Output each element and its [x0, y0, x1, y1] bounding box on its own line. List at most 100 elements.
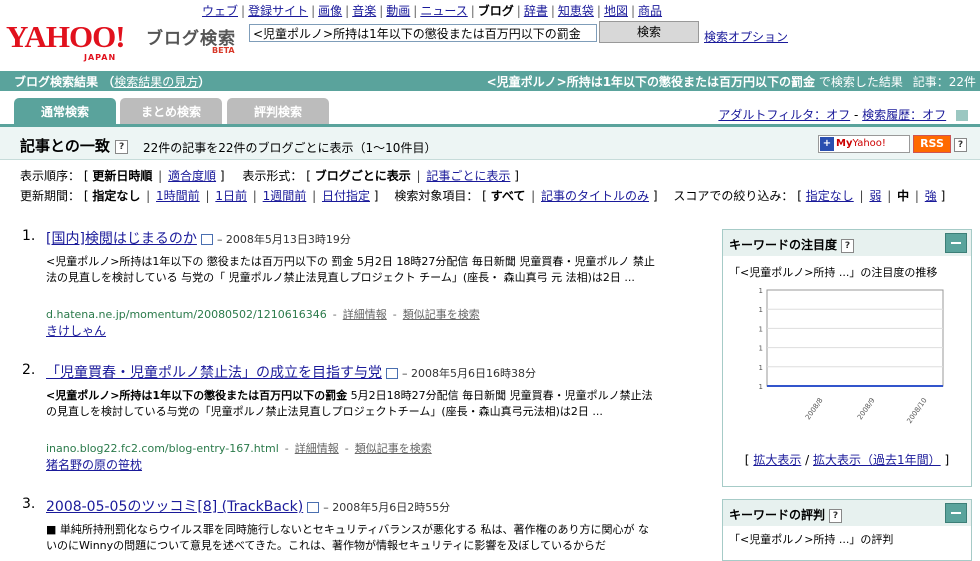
chart-y-tick: 1 [759, 383, 763, 391]
new-window-icon[interactable] [307, 501, 320, 513]
chart-x-tick: 2008/9 [856, 397, 877, 422]
result-snippet: <児童ポルノ>所持は1年以下の懲役または百万円以下の罰金 5月2日18時27分配… [46, 388, 656, 420]
result-title-link[interactable]: 2008-05-05のツッコミ[8] (TrackBack) [46, 499, 303, 515]
rss-help-icon[interactable]: ? [954, 137, 967, 152]
new-window-icon[interactable] [386, 367, 398, 379]
order-options: [ 更新日時順 | 適合度順 ] [83, 169, 225, 183]
score-option[interactable]: 指定なし [806, 189, 854, 203]
search-history-link[interactable]: 検索履歴：オフ [862, 108, 946, 122]
match-title-text: 記事との一致 [20, 137, 110, 155]
my-yahoo-label: Yahoo! [852, 138, 886, 149]
format-option[interactable]: 記事ごとに表示 [426, 169, 510, 183]
snippet-highlight: <児童ポルノ>所持は1年以下の懲役または百万円以下の罰金 [46, 389, 348, 402]
tab-summary-search[interactable]: まとめ検索 [120, 98, 222, 124]
nav-item[interactable]: 動画 [386, 4, 410, 18]
add-my-yahoo-button[interactable]: + MyYahoo! [818, 135, 910, 153]
score-option[interactable]: 強 [925, 189, 937, 203]
period-option[interactable]: 1日前 [215, 189, 247, 203]
chart-plot-area [766, 289, 944, 387]
period-option: 指定なし [92, 189, 141, 203]
similar-link[interactable]: 類似記事を検索 [355, 442, 432, 455]
nav-item[interactable]: 商品 [638, 4, 662, 18]
filter-links: アダルトフィルタ：オフ - 検索履歴：オフ [718, 106, 968, 123]
result-url[interactable]: d.hatena.ne.jp/momentum/20080502/1210616… [46, 308, 327, 321]
result-number: 2. [22, 362, 36, 378]
keyword-panel-title: キーワードの注目度 [729, 238, 838, 252]
result-date: – 2008年5月6日2時55分 [323, 501, 451, 514]
result-title-link[interactable]: [国内]検閲はじまるのか [46, 231, 197, 247]
period-option[interactable]: 1週間前 [263, 189, 307, 203]
logo-text: YAHOO! [6, 19, 126, 54]
detail-link[interactable]: 詳細情報 [343, 308, 387, 321]
nav-item[interactable]: 辞書 [524, 4, 548, 18]
nav-item[interactable]: 画像 [318, 4, 342, 18]
result-url[interactable]: inano.blog22.fc2.com/blog-entry-167.html [46, 442, 279, 455]
order-label: 表示順序： [20, 169, 81, 183]
period-option[interactable]: 1時間前 [156, 189, 200, 203]
reputation-panel-title: キーワードの評判 [729, 508, 826, 522]
expand-year-link[interactable]: 拡大表示（過去1年間） [813, 453, 941, 467]
search-button[interactable]: 検索 [599, 21, 699, 43]
chart-y-tick: 1 [759, 364, 763, 372]
nav-item[interactable]: ウェブ [202, 4, 238, 18]
nav-item[interactable]: 登録サイト [248, 4, 308, 18]
target-option[interactable]: 記事のタイトルのみ [541, 189, 649, 203]
help-link[interactable]: 検索結果の見方 [114, 75, 198, 89]
result-snippet: ■ 単純所持刑罰化ならウイルス罪を同時施行しないとセキュリティバランスが悪化する… [46, 523, 649, 552]
result-query: <児童ポルノ>所持は1年以下の懲役または百万円以下の罰金 [486, 75, 816, 89]
target-options: [ すべて | 記事のタイトルのみ ] [482, 189, 658, 203]
result-author-link[interactable]: きけしゃん [46, 322, 106, 339]
result-author-link[interactable]: 猪名野の原の笹枕 [46, 456, 142, 473]
chart-x-tick: 2008/8 [804, 397, 825, 422]
result-title-link[interactable]: 「児童買春・児童ポルノ禁止法」の成立を目指す与党 [46, 365, 382, 381]
result-number: 1. [22, 228, 36, 244]
result-item-2: 2. 「児童買春・児童ポルノ禁止法」の成立を目指す与党 – 2008年5月6日16… [22, 362, 662, 472]
tab-normal-search[interactable]: 通常検索 [14, 98, 116, 124]
result-item-3: 3. 2008-05-05のツッコミ[8] (TrackBack) – 2008年… [22, 496, 662, 556]
period-option[interactable]: 日付指定 [322, 189, 370, 203]
search-options-link[interactable]: 検索オプション [704, 28, 788, 45]
order-option[interactable]: 適合度順 [168, 169, 216, 183]
expand-link[interactable]: 拡大表示 [753, 453, 801, 467]
nav-item[interactable]: 音楽 [352, 4, 376, 18]
similar-link[interactable]: 類似記事を検索 [403, 308, 480, 321]
chart-x-tick: 2008/10 [905, 397, 928, 425]
nav-item[interactable]: 地図 [604, 4, 628, 18]
rss-button[interactable]: RSS [913, 135, 951, 153]
new-window-icon[interactable] [200, 233, 213, 245]
yahoo-logo[interactable]: YAHOO! JAPAN [6, 19, 146, 63]
score-options: [ 指定なし | 弱 | 中 | 強 ] [797, 189, 946, 203]
result-bar: ブログ検索結果 （検索結果の見方） <児童ポルノ>所持は1年以下の懲役または百万… [0, 71, 980, 91]
reputation-help-icon[interactable]: ? [829, 508, 843, 523]
chart-y-tick: 1 [759, 325, 763, 333]
chart-y-tick: 1 [759, 345, 763, 353]
nav-item[interactable]: ニュース [420, 4, 467, 18]
match-summary: 22件の記事を22件のブログごとに表示（1〜10件目） [143, 141, 437, 155]
format-options: [ ブログごとに表示 | 記事ごとに表示 ] [306, 169, 519, 183]
result-date: – 2008年5月13日3時19分 [216, 233, 351, 246]
score-option[interactable]: 弱 [869, 189, 881, 203]
adult-filter-link[interactable]: アダルトフィルタ：オフ [718, 108, 850, 122]
attention-chart: 1 1 1 1 1 1 2008/8 2008/9 2008/10 [759, 287, 944, 425]
result-date: – 2008年5月6日16時38分 [402, 367, 536, 380]
format-label: 表示形式： [242, 169, 303, 183]
collapse-panel-button[interactable] [945, 233, 967, 253]
options-row-1: 表示順序： [ 更新日時順 | 適合度順 ] 表示形式： [ ブログごとに表示 … [20, 167, 519, 184]
result-snippet: <児童ポルノ>所持は1年以下の 懲役または百万円以下の 罰金 5月2日 18時2… [46, 255, 655, 284]
nav-item[interactable]: 知恵袋 [558, 4, 594, 18]
collapse-icon[interactable] [956, 110, 968, 121]
beta-badge: BETA [212, 46, 235, 55]
logo-subtext: JAPAN [84, 53, 117, 62]
reputation-panel-header: キーワードの評判? [723, 500, 971, 526]
keyword-panel-subtitle: 「<児童ポルノ>所持 ...」の注目度の推移 [729, 266, 938, 279]
target-option: すべて [490, 189, 526, 203]
top-nav: ウェブ | 登録サイト | 画像 | 音楽 | 動画 | ニュース | ブログ | 辞書 | 知恵袋 | 地図 | 商品 [202, 4, 663, 18]
tab-reputation-search[interactable]: 評判検索 [227, 98, 329, 124]
help-icon[interactable]: ? [115, 139, 129, 154]
chart-y-tick: 1 [759, 306, 763, 314]
collapse-reputation-button[interactable] [945, 503, 967, 523]
period-label: 更新期間： [20, 189, 81, 203]
search-input[interactable]: <児童ポルノ>所持は1年以下の懲役または百万円以下の罰金 [249, 24, 597, 42]
keyword-help-icon[interactable]: ? [841, 238, 855, 253]
detail-link[interactable]: 詳細情報 [295, 442, 339, 455]
